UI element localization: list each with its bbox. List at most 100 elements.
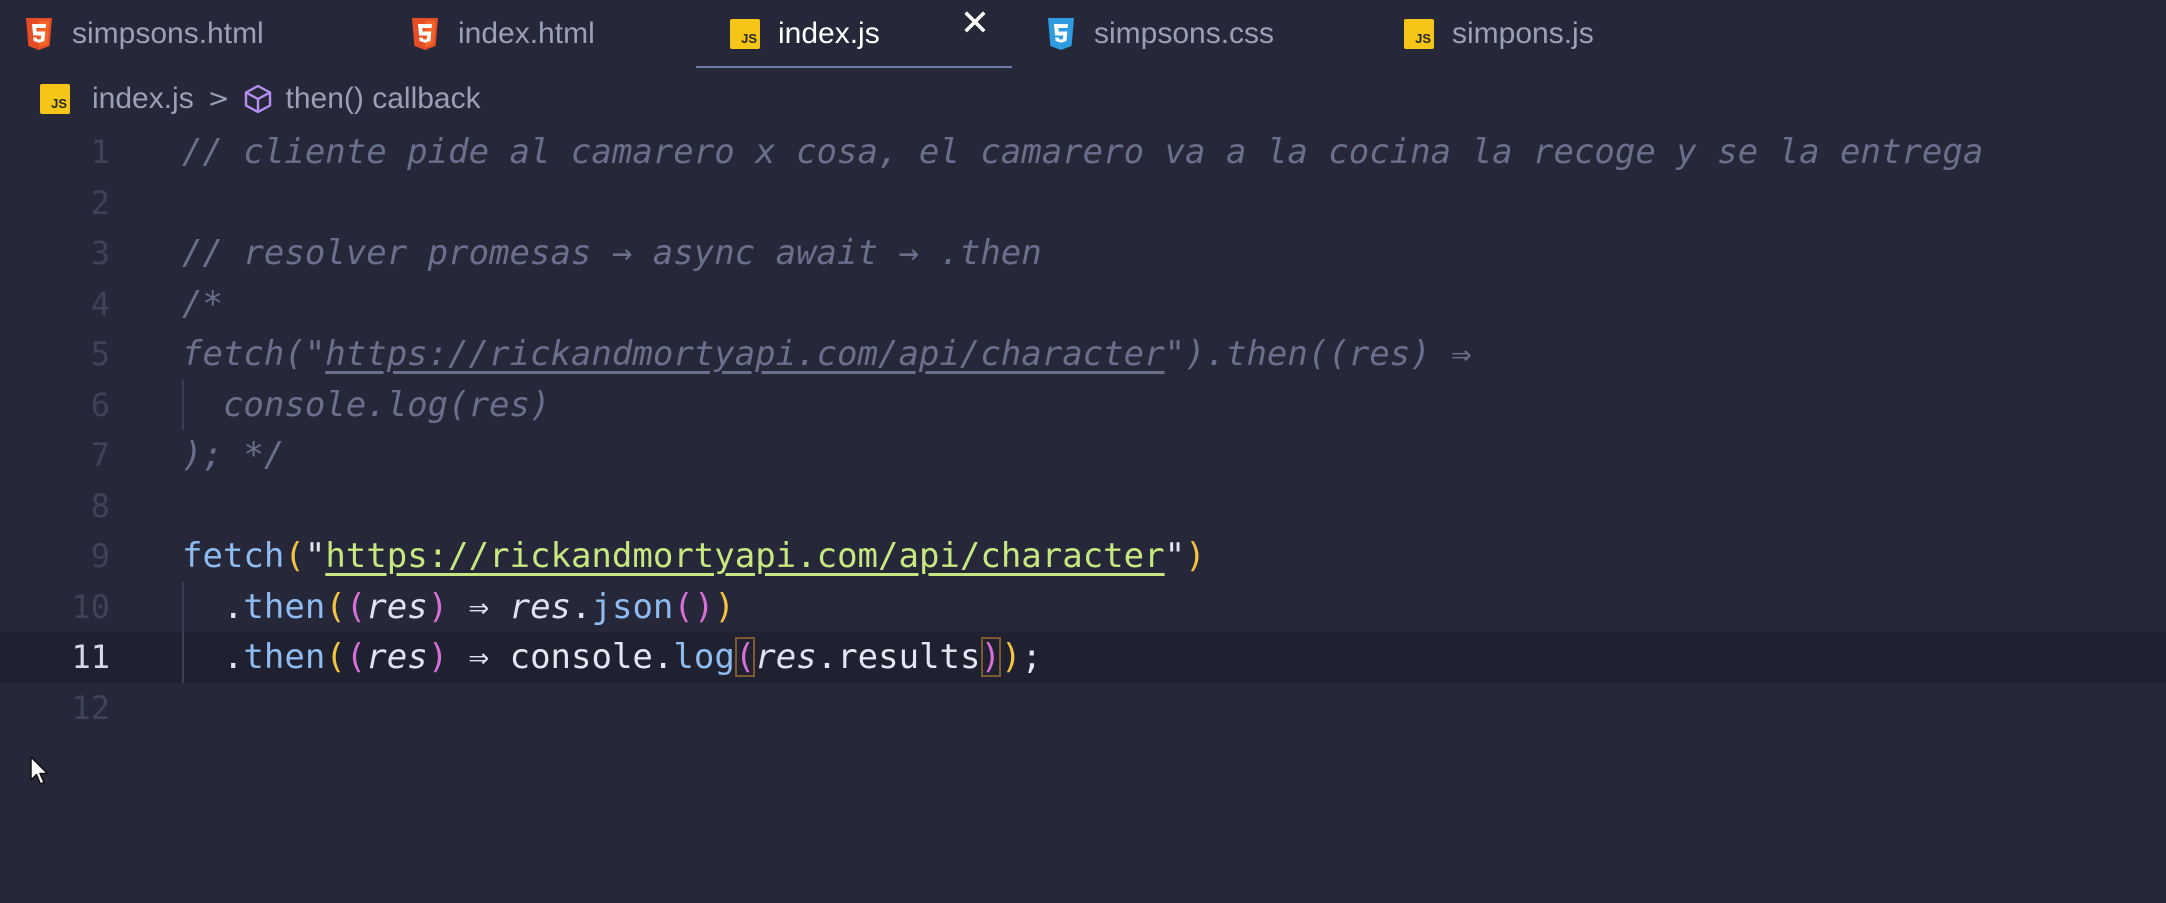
code-text[interactable]: // resolver promesas → async await → .th… [182,228,1042,279]
tab-label: index.html [458,17,595,50]
html5-icon [412,18,438,50]
code-area[interactable]: 1 // cliente pide al camarero x cosa, el … [0,127,2166,733]
css3-icon [1048,18,1074,50]
code-token: " [304,536,326,576]
code-token: ").then((res) ⇒ [1164,334,1472,374]
code-token: ) [714,586,735,627]
code-token: then [243,586,326,627]
code-token: json [591,586,674,627]
code-token: ; [1021,637,1042,677]
code-token: ); */ [182,435,285,475]
code-token: ) [427,586,449,627]
code-token: . [816,637,838,677]
code-token: . [571,586,592,627]
line-number: 10 [71,587,110,626]
tab-label: index.js [778,17,880,50]
code-token: // resolver promesas → async await → .th… [182,233,1042,273]
code-text[interactable]: /* [182,279,223,330]
code-text[interactable]: fetch("https://rickandmortyapi.com/api/c… [182,329,1472,380]
code-token: fetch [182,536,285,576]
code-token: console [509,637,653,677]
code-token: ) [693,586,715,627]
code-token: /* [182,283,223,324]
tab-simpsons-html[interactable]: simpsons.html [24,0,354,68]
code-token: ⇒ [448,637,510,677]
mouse-pointer-icon [30,756,49,785]
tab-simpons-js[interactable]: JS simpons.js [1404,0,1664,68]
code-line[interactable]: 1 // cliente pide al camarero x cosa, el … [0,127,2166,178]
tab-bar: simpsons.html index.html JS index.js ✕ s… [0,0,2166,68]
code-token: ( [345,637,367,677]
code-token: fetch(" [182,334,326,374]
tab-simpsons-css[interactable]: simpsons.css [1046,0,1346,68]
code-token: log [673,637,735,677]
line-number: 9 [90,537,110,575]
code-line[interactable]: 12 [0,683,2166,734]
js-icon: JS [40,84,70,114]
code-token: ⇒ [448,586,510,627]
code-line[interactable]: 9 fetch("https://rickandmortyapi.com/api/… [0,531,2166,582]
code-token: res [366,637,428,677]
code-token: console.log(res) [182,384,551,425]
code-token: ) [427,637,449,677]
code-token: ( [325,586,346,627]
breadcrumb-separator: > [207,84,230,114]
code-text[interactable]: // cliente pide al camarero x cosa, el c… [182,127,1983,178]
tab-label: simpons.js [1452,17,1594,50]
code-line[interactable]: 2 [0,178,2166,229]
tab-index-js[interactable]: JS index.js ✕ [696,0,1012,68]
tab-label: simpsons.html [72,17,264,50]
html5-icon [26,18,52,50]
code-token: . [652,637,674,677]
line-number: 5 [90,335,110,373]
code-token: . [182,586,244,627]
code-token: ( [284,536,305,576]
breadcrumb: JS index.js > then() callback [40,79,481,119]
tab-label: simpsons.css [1094,17,1275,50]
line-number: 8 [90,486,110,525]
line-number: 3 [90,234,110,272]
line-number: 11 [71,638,110,676]
breadcrumb-file[interactable]: index.js [92,82,194,116]
line-number: 2 [90,183,110,222]
line-number: 7 [90,436,110,474]
method-cube-icon [244,84,271,114]
code-token: . [182,637,244,677]
code-line[interactable]: 10 .then((res) ⇒ res.json()) [0,581,2166,633]
code-line[interactable]: 8 [0,481,2166,532]
line-number: 6 [90,385,110,424]
code-line[interactable]: 5 fetch("https://rickandmortyapi.com/api/… [0,329,2166,380]
line-number: 1 [90,133,110,171]
code-line[interactable]: 6 console.log(res) [0,379,2166,431]
code-text[interactable]: console.log(res) [182,380,551,431]
code-text[interactable]: .then((res) ⇒ res.json()) [182,582,735,633]
code-text[interactable]: ); */ [182,430,284,481]
code-text[interactable]: fetch("https://rickandmortyapi.com/api/c… [182,531,1206,582]
code-line[interactable]: 4 /* [0,279,2166,330]
code-token: ( [325,637,346,677]
code-token: res [509,586,572,627]
code-token: ( [345,586,367,627]
line-number: 12 [71,688,110,727]
breadcrumb-symbol[interactable]: then() callback [286,82,481,116]
code-line[interactable]: 3 // resolver promesas → async await → .t… [0,228,2166,279]
close-icon[interactable]: ✕ [960,6,990,42]
code-line[interactable]: 7 ); */ [0,430,2166,481]
line-number: 4 [90,284,110,323]
code-line[interactable]: 11 .then((res) ⇒ console.log(res.results… [0,632,2166,683]
tab-index-html[interactable]: index.html [410,0,670,68]
code-token: ) [1185,536,1206,576]
js-icon: JS [730,19,760,49]
code-token: https://rickandmortyapi.com/api/characte… [325,334,1165,374]
code-token: ( [734,637,756,677]
code-token: ) [1000,637,1022,677]
code-token: https://rickandmortyapi.com/api/characte… [325,536,1165,576]
code-token: ) [980,637,1001,677]
code-token: res [755,637,817,677]
code-token: // cliente pide al camarero x cosa, el c… [182,132,1984,172]
code-token: results [837,637,981,677]
code-token: " [1164,536,1186,576]
code-token: res [366,586,428,627]
code-token: ( [673,586,694,627]
code-text[interactable]: .then((res) ⇒ console.log(res.results)); [182,632,1042,683]
